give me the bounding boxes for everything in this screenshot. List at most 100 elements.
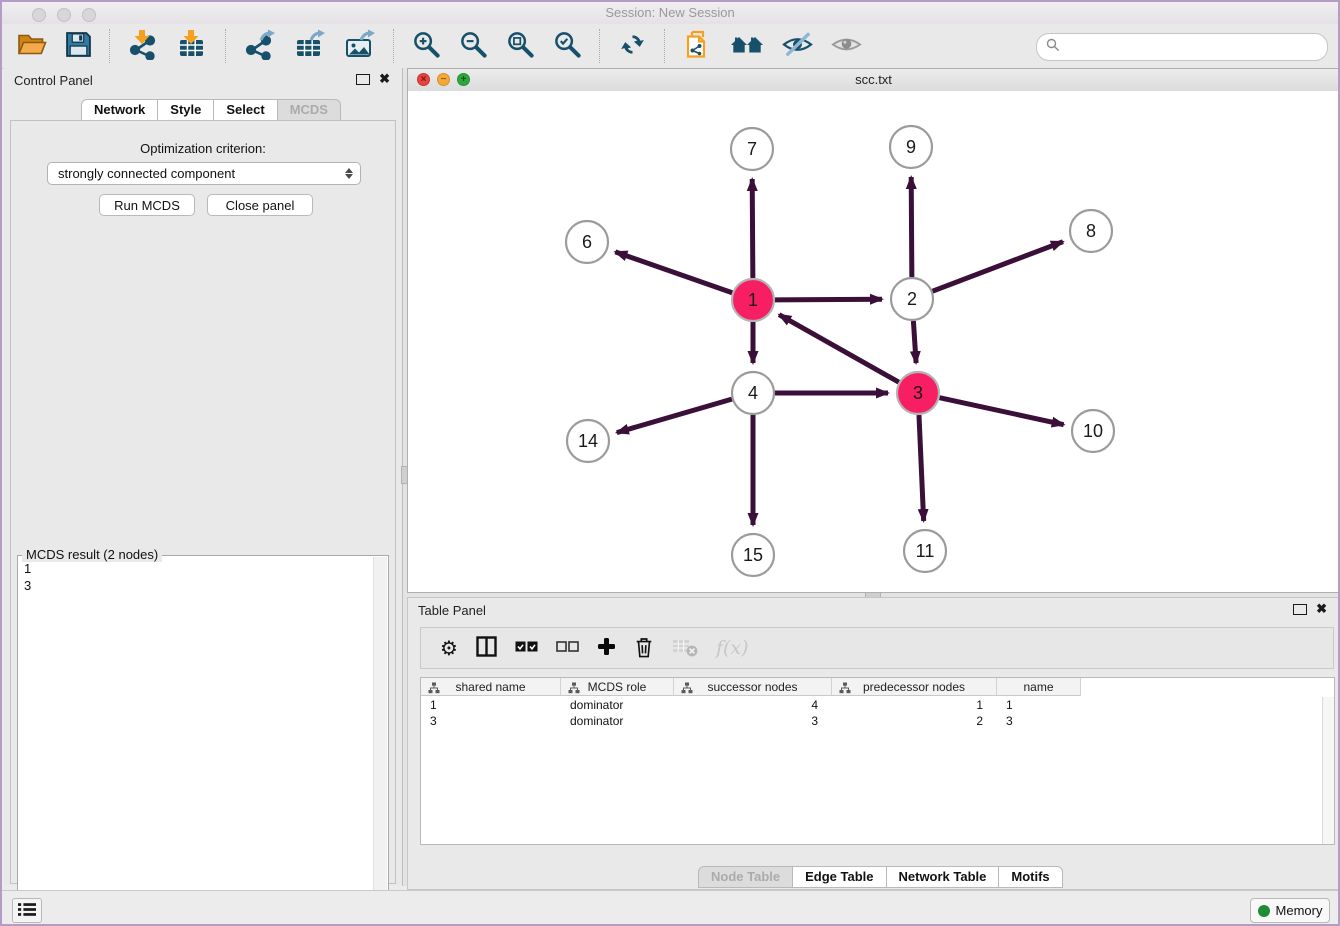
float-panel-icon[interactable]: [356, 74, 370, 85]
cell-predecessor-nodes[interactable]: 1: [832, 697, 997, 713]
refresh-button[interactable]: [611, 28, 654, 64]
delete-table-button[interactable]: [672, 636, 698, 661]
table-row-1[interactable]: 1dominator411: [421, 697, 1322, 713]
network-graph[interactable]: 7 9 6 8 1 2 4 3 14 10 15 11: [408, 91, 1339, 592]
copy-network-button[interactable]: [676, 27, 719, 65]
import-table-button[interactable]: [170, 27, 215, 65]
search-input[interactable]: [1066, 36, 1327, 58]
network-canvas[interactable]: 7 9 6 8 1 2 4 3 14 10 15 11: [408, 91, 1339, 592]
cell-name[interactable]: 1: [997, 697, 1081, 713]
cell-shared-name[interactable]: 1: [421, 697, 561, 713]
edge-1-2[interactable]: [775, 299, 882, 300]
svg-text:9: 9: [906, 137, 916, 157]
edge-3-11[interactable]: [919, 415, 924, 521]
toolbar-separator: [664, 29, 666, 63]
graph-node-8[interactable]: 8: [1070, 210, 1112, 252]
zoom-in-button[interactable]: [405, 28, 448, 64]
cell-name[interactable]: 3: [997, 713, 1081, 729]
tab-select[interactable]: Select: [214, 99, 277, 121]
cell-MCDS-role[interactable]: dominator: [561, 713, 674, 729]
edge-2-8[interactable]: [933, 242, 1063, 292]
cell-MCDS-role[interactable]: dominator: [561, 697, 674, 713]
graph-node-4[interactable]: 4: [732, 372, 774, 414]
control-panel-tabs: NetworkStyleSelectMCDS: [81, 99, 341, 121]
edge-2-3[interactable]: [913, 321, 916, 363]
cell-shared-name[interactable]: 3: [421, 713, 561, 729]
houses-icon: [730, 31, 764, 61]
svg-text:1: 1: [748, 290, 758, 310]
graph-node-7[interactable]: 7: [731, 128, 773, 170]
tab-network-table[interactable]: Network Table: [887, 866, 1000, 888]
toolbar-icon-group: [8, 24, 871, 68]
edge-1-6[interactable]: [615, 252, 732, 293]
edge-1-7[interactable]: [752, 179, 753, 278]
checkboxes-checked-button[interactable]: [515, 641, 538, 656]
houses-button[interactable]: [723, 29, 771, 63]
fx-button[interactable]: f(x): [716, 637, 749, 659]
result-scrollbar[interactable]: [373, 557, 387, 926]
close-table-panel-icon[interactable]: ✖: [1316, 601, 1327, 617]
tab-network[interactable]: Network: [81, 99, 158, 121]
checkboxes-unchecked-icon: [556, 641, 579, 656]
tab-motifs[interactable]: Motifs: [999, 866, 1062, 888]
column-header-successor-nodes[interactable]: successor nodes: [674, 678, 832, 696]
import-network-button[interactable]: [121, 27, 166, 65]
tab-node-table[interactable]: Node Table: [698, 866, 793, 888]
mcds-tab-content: Optimization criterion: strongly connect…: [10, 120, 396, 884]
table-scrollbar[interactable]: [1322, 697, 1334, 844]
graph-node-3[interactable]: 3: [897, 372, 939, 414]
export-table-button[interactable]: [287, 27, 333, 65]
svg-text:4: 4: [748, 383, 758, 403]
tab-edge-table[interactable]: Edge Table: [793, 866, 886, 888]
mcds-result-list[interactable]: 13: [24, 560, 372, 926]
eye-button[interactable]: [824, 29, 869, 63]
checkboxes-unchecked-button[interactable]: [556, 641, 579, 656]
save-button[interactable]: [58, 29, 99, 63]
select-stepper-icon: [345, 168, 353, 179]
zoom-selected-button[interactable]: [546, 28, 589, 64]
zoom-out-button[interactable]: [452, 28, 495, 64]
column-header-name[interactable]: name: [997, 678, 1081, 696]
column-header-predecessor-nodes[interactable]: predecessor nodes: [832, 678, 997, 696]
optimization-criterion-select[interactable]: strongly connected component: [47, 162, 361, 185]
graph-node-1[interactable]: 1: [732, 279, 774, 321]
eye-slash-button[interactable]: [775, 29, 820, 63]
edge-4-14[interactable]: [617, 399, 732, 432]
plus-button[interactable]: [597, 637, 616, 659]
graph-node-6[interactable]: 6: [566, 221, 608, 263]
log-console-button[interactable]: [12, 898, 42, 923]
network-window-titlebar[interactable]: × − + scc.txt: [408, 69, 1339, 92]
column-header-MCDS-role[interactable]: MCDS role: [561, 678, 674, 696]
trash-button[interactable]: [634, 636, 654, 661]
save-icon: [65, 31, 92, 61]
column-header-shared-name[interactable]: shared name: [421, 678, 561, 696]
graph-node-2[interactable]: 2: [891, 278, 933, 320]
graph-node-10[interactable]: 10: [1072, 410, 1114, 452]
tab-mcds[interactable]: MCDS: [278, 99, 341, 121]
export-image-button[interactable]: [337, 27, 383, 65]
mcds-result-box: MCDS result (2 nodes) 13: [17, 555, 389, 926]
open-folder-button[interactable]: [10, 29, 54, 63]
export-network-button[interactable]: [237, 27, 283, 65]
cell-predecessor-nodes[interactable]: 2: [832, 713, 997, 729]
graph-node-11[interactable]: 11: [904, 530, 946, 572]
close-panel-icon[interactable]: ✖: [379, 71, 390, 87]
close-panel-button[interactable]: Close panel: [207, 194, 313, 216]
edge-3-1[interactable]: [779, 315, 899, 382]
edge-3-10[interactable]: [939, 398, 1063, 425]
graph-node-15[interactable]: 15: [732, 534, 774, 576]
zoom-fit-button[interactable]: [499, 28, 542, 64]
search-box[interactable]: [1036, 33, 1328, 61]
gear-button[interactable]: ⚙: [440, 636, 458, 661]
tab-style[interactable]: Style: [158, 99, 214, 121]
graph-node-14[interactable]: 14: [567, 420, 609, 462]
memory-button[interactable]: Memory: [1250, 898, 1330, 923]
cell-successor-nodes[interactable]: 4: [674, 697, 832, 713]
edge-2-9[interactable]: [911, 177, 912, 277]
graph-node-9[interactable]: 9: [890, 126, 932, 168]
columns-button[interactable]: [476, 636, 497, 660]
run-mcds-button[interactable]: Run MCDS: [99, 194, 195, 216]
cell-successor-nodes[interactable]: 3: [674, 713, 832, 729]
float-table-panel-icon[interactable]: [1293, 604, 1307, 615]
table-row-2[interactable]: 3dominator323: [421, 713, 1322, 729]
